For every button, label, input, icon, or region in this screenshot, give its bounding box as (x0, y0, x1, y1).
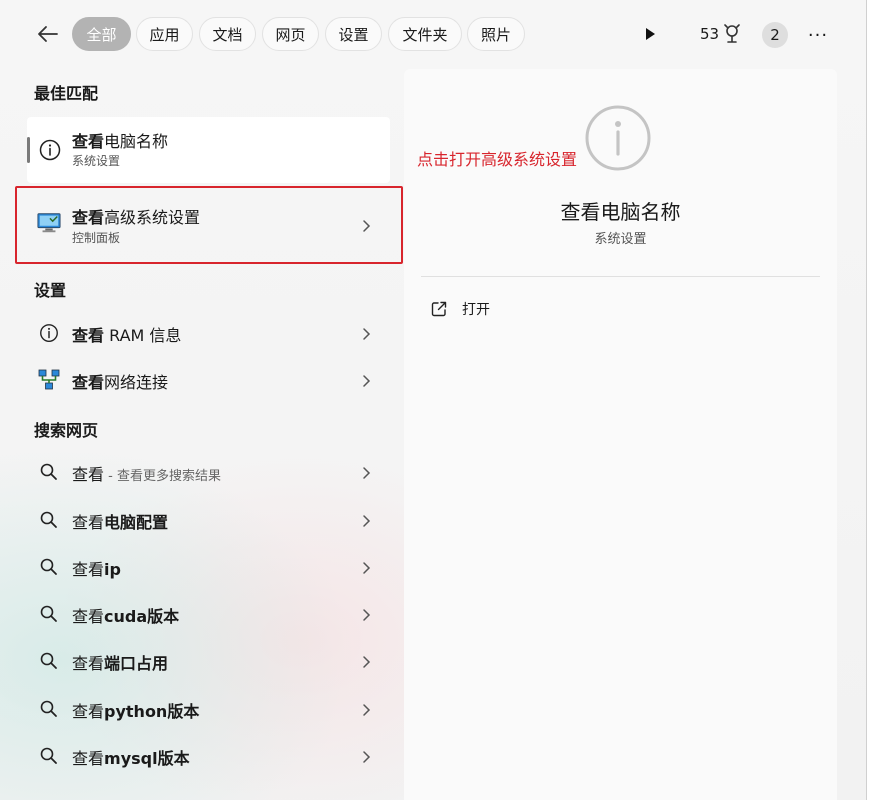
web-result-item[interactable]: 查看电脑配置 (27, 499, 390, 541)
play-icon (646, 28, 655, 40)
search-icon (37, 744, 61, 768)
open-external-icon (431, 301, 447, 317)
chevron-right-icon (363, 328, 371, 340)
play-button[interactable] (640, 24, 660, 44)
preview-subtitle: 系统设置 (594, 232, 647, 247)
settings-heading: 设置 (34, 281, 67, 300)
result-subtitle: 系统设置 (72, 154, 121, 168)
chevron-right-icon (363, 704, 371, 716)
info-icon (38, 138, 62, 162)
tab-web[interactable]: 网页 (262, 17, 319, 51)
chevron-right-icon (363, 751, 371, 763)
result-ram-info[interactable]: 查看 RAM 信息 (27, 312, 390, 354)
back-button[interactable] (32, 20, 64, 48)
preview-panel (404, 69, 837, 800)
rewards-points[interactable]: 53 (700, 24, 741, 44)
result-title: 查看高级系统设置 (72, 208, 201, 227)
result-title: 查看电脑配置 (72, 513, 169, 532)
search-icon (37, 649, 61, 673)
tab-all[interactable]: 全部 (72, 17, 131, 51)
trophy-icon (724, 24, 740, 43)
result-subtitle: 控制面板 (72, 231, 121, 245)
web-result-more[interactable]: 查看 - 查看更多搜索结果 (27, 451, 390, 493)
search-icon (37, 602, 61, 626)
selection-indicator (27, 137, 30, 163)
result-title: 查看 RAM 信息 (72, 326, 182, 345)
tab-apps[interactable]: 应用 (136, 17, 193, 51)
open-action[interactable]: 打开 (430, 297, 490, 321)
search-filter-bar: 全部 应用 文档 网页 设置 文件夹 照片 53 2 ··· (0, 0, 866, 68)
best-match-heading: 最佳匹配 (34, 84, 99, 103)
tab-folders[interactable]: 文件夹 (388, 17, 462, 51)
chevron-right-icon (363, 609, 371, 621)
chevron-right-icon (363, 562, 371, 574)
result-network-connections[interactable]: 查看网络连接 (27, 359, 390, 401)
more-options-button[interactable]: ··· (806, 22, 830, 48)
result-title: 查看mysql版本 (72, 749, 190, 768)
search-icon (37, 697, 61, 721)
tab-settings[interactable]: 设置 (325, 17, 382, 51)
search-icon (37, 555, 61, 579)
result-title: 查看网络连接 (72, 373, 169, 392)
chevron-right-icon (363, 467, 371, 479)
preview-title: 查看电脑名称 (560, 200, 681, 224)
chevron-right-icon (363, 515, 371, 527)
result-title: 查看电脑名称 (72, 132, 169, 151)
annotation-text: 点击打开高级系统设置 (417, 150, 578, 169)
chevron-right-icon (363, 220, 371, 232)
web-result-item[interactable]: 查看python版本 (27, 688, 390, 730)
open-label: 打开 (462, 302, 490, 318)
result-title: 查看端口占用 (72, 654, 169, 673)
web-result-item[interactable]: 查看mysql版本 (27, 735, 390, 777)
points-count: 53 (700, 25, 720, 43)
search-icon (37, 508, 61, 532)
result-title: 查看python版本 (72, 702, 200, 721)
result-title: 查看 - 查看更多搜索结果 (72, 465, 221, 484)
result-title: 查看cuda版本 (72, 607, 180, 626)
notification-badge[interactable]: 2 (762, 22, 788, 48)
computer-icon (37, 211, 61, 235)
arrow-left-icon (38, 26, 58, 42)
web-result-item[interactable]: 查看端口占用 (27, 640, 390, 682)
tab-photos[interactable]: 照片 (467, 17, 525, 51)
window-edge (866, 0, 871, 800)
chevron-right-icon (363, 375, 371, 387)
web-result-item[interactable]: 查看ip (27, 546, 390, 588)
web-search-heading: 搜索网页 (34, 421, 99, 440)
chevron-right-icon (363, 656, 371, 668)
tab-documents[interactable]: 文档 (199, 17, 256, 51)
result-advanced-system-settings[interactable]: 查看高级系统设置 控制面板 (27, 195, 390, 255)
best-match-card[interactable]: 查看电脑名称 系统设置 (27, 117, 390, 183)
preview-divider (421, 276, 820, 277)
web-result-item[interactable]: 查看cuda版本 (27, 593, 390, 635)
search-icon (37, 460, 61, 484)
info-icon (37, 321, 61, 345)
info-icon (584, 104, 652, 172)
network-icon (37, 368, 61, 392)
result-title: 查看ip (72, 560, 121, 579)
